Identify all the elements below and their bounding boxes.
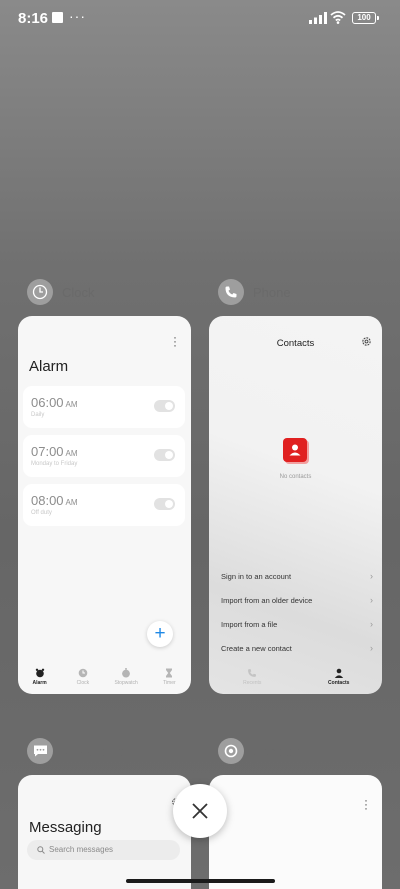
- phone-icon: [218, 279, 244, 305]
- chevron-right-icon: ›: [370, 571, 373, 581]
- alarm-time: 08:00: [31, 493, 64, 508]
- tab-label: Stopwatch: [114, 680, 138, 686]
- option-label: Sign in to an account: [221, 572, 292, 581]
- chevron-right-icon: ›: [370, 619, 373, 629]
- app-name: Clock: [62, 284, 95, 300]
- tab-alarm[interactable]: Alarm: [18, 664, 61, 694]
- option-import-file[interactable]: Import from a file ›: [221, 619, 373, 629]
- tab-label: Timer: [163, 680, 176, 686]
- alarm-time: 06:00: [31, 395, 64, 410]
- more-notifications-icon: ···: [69, 8, 86, 24]
- wifi-icon: [330, 11, 346, 24]
- app-name: Phone: [253, 284, 291, 300]
- alarm-toggle[interactable]: [154, 449, 175, 461]
- clear-all-button[interactable]: [173, 784, 227, 838]
- home-indicator[interactable]: [126, 879, 275, 883]
- alarm-time: 07:00: [31, 444, 64, 459]
- tab-label: Clock: [76, 680, 90, 686]
- clock-app-card[interactable]: · · · Alarm 06:00 AM Daily 07:00 AM Monday t…: [18, 316, 191, 694]
- chevron-right-icon: ›: [370, 595, 373, 605]
- updater-icon: [218, 738, 244, 764]
- tab-label: Alarm: [32, 680, 47, 686]
- clock-tab-icon: [78, 668, 88, 678]
- timer-icon: [166, 668, 173, 678]
- alarm-ampm: AM: [65, 498, 78, 507]
- messaging-title: Messaging: [29, 819, 102, 836]
- phone-app-card[interactable]: Contacts No contacts Sign in to an accou…: [209, 316, 382, 694]
- app-name: Updater: [253, 743, 300, 759]
- search-messages-input[interactable]: Search messages: [27, 840, 180, 860]
- message-icon: [27, 738, 53, 764]
- option-label: Import from a file: [221, 620, 278, 629]
- alarm-title: Alarm: [29, 358, 69, 375]
- clock-bottom-nav: Alarm Clock Stopwatch Timer: [18, 664, 191, 694]
- contacts-person-icon: [334, 668, 343, 678]
- alarm-ampm: AM: [65, 449, 78, 458]
- option-sign-in[interactable]: Sign in to an account ›: [221, 571, 373, 581]
- close-icon: [192, 803, 208, 819]
- status-time: 8:16: [18, 10, 49, 27]
- tab-recents[interactable]: Recents: [209, 664, 296, 694]
- stopwatch-icon: [122, 668, 131, 678]
- messaging-app-card[interactable]: Messaging Search messages: [18, 775, 191, 889]
- phone-recents-icon: [248, 669, 257, 677]
- alarm-toggle[interactable]: [154, 498, 175, 510]
- tab-label: Contacts: [328, 680, 350, 686]
- contact-icon: [283, 438, 307, 462]
- alarm-ampm: AM: [65, 400, 78, 409]
- app-label-phone[interactable]: Phone: [218, 279, 291, 305]
- option-label: Create a new contact: [221, 644, 292, 653]
- battery-icon: 100: [352, 12, 379, 24]
- add-alarm-button[interactable]: +: [147, 621, 173, 647]
- alarm-subtitle: Daily: [31, 412, 45, 418]
- option-label: Import from an older device: [221, 596, 313, 605]
- alarm-item[interactable]: 07:00 AM Monday to Friday: [23, 435, 185, 477]
- alarm-subtitle: Off duty: [31, 510, 52, 516]
- more-options-icon[interactable]: · · ·: [173, 331, 177, 351]
- clock-icon: [27, 279, 53, 305]
- phone-bottom-nav: Recents Contacts: [209, 664, 382, 694]
- app-label-messaging[interactable]: Messaging: [27, 738, 125, 764]
- tab-clock[interactable]: Clock: [61, 664, 104, 694]
- app-name: Messaging: [62, 743, 125, 759]
- alarm-icon: [35, 668, 44, 678]
- app-label-clock[interactable]: Clock: [27, 279, 95, 305]
- updater-app-card[interactable]: · · ·: [209, 775, 382, 889]
- signal-icon: [309, 12, 327, 24]
- more-options-icon[interactable]: · · ·: [364, 794, 368, 814]
- app-label-updater[interactable]: Updater: [218, 738, 299, 764]
- square-notification-icon: [52, 12, 63, 23]
- status-bar: 8:16 ··· 100: [0, 0, 400, 38]
- settings-gear-icon[interactable]: [361, 336, 372, 347]
- chevron-right-icon: ›: [370, 643, 373, 653]
- alarm-item[interactable]: 08:00 AM Off duty: [23, 484, 185, 526]
- alarm-subtitle: Monday to Friday: [31, 461, 78, 467]
- tab-stopwatch[interactable]: Stopwatch: [105, 664, 148, 694]
- contacts-title: Contacts: [276, 338, 315, 349]
- search-placeholder: Search messages: [49, 845, 114, 854]
- option-import-older-device[interactable]: Import from an older device ›: [221, 595, 373, 605]
- option-create-contact[interactable]: Create a new contact ›: [221, 643, 373, 653]
- alarm-item[interactable]: 06:00 AM Daily: [23, 386, 185, 428]
- alarm-toggle[interactable]: [154, 400, 175, 412]
- tab-contacts[interactable]: Contacts: [296, 664, 383, 694]
- empty-state-text: No contacts: [279, 474, 312, 480]
- tab-timer[interactable]: Timer: [148, 664, 191, 694]
- tab-label: Recents: [243, 680, 262, 686]
- search-icon: [37, 846, 45, 854]
